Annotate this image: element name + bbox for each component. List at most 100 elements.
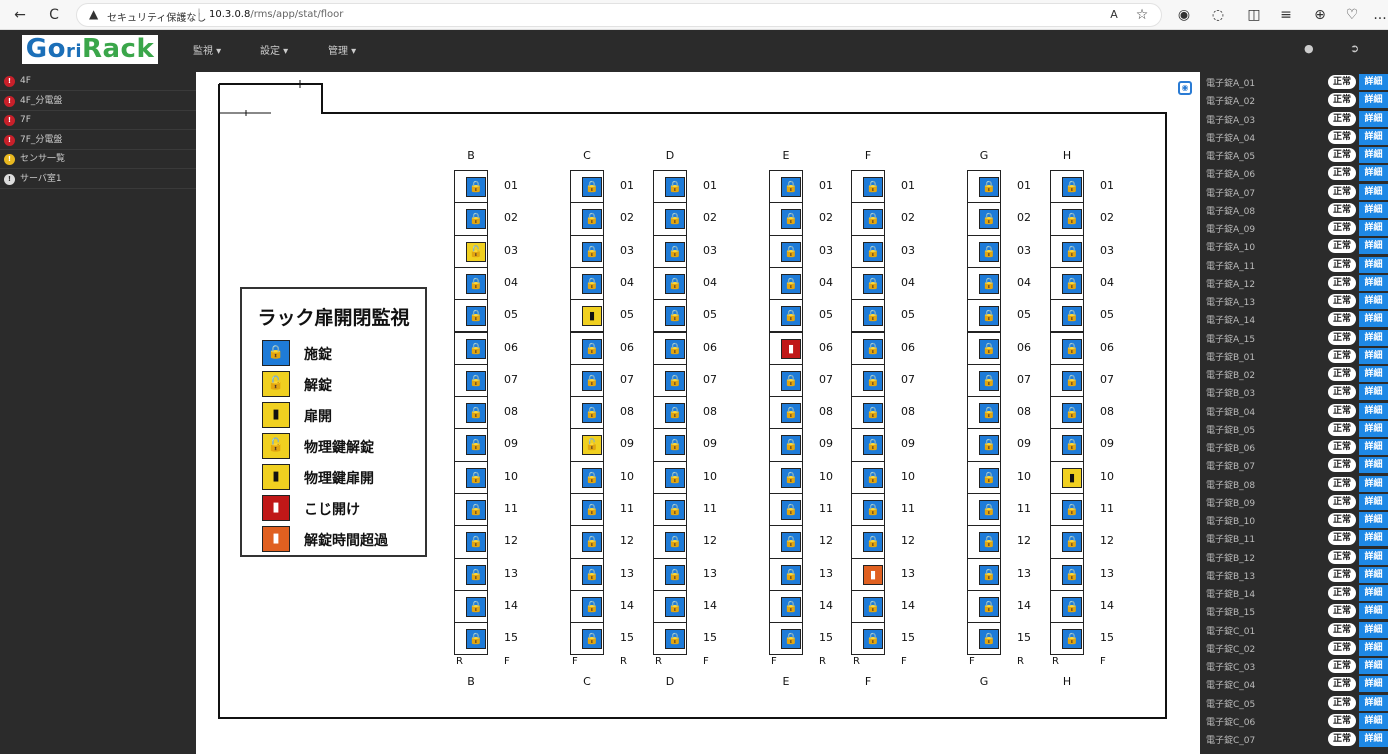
rack-cell[interactable]: 🔒	[851, 622, 885, 656]
lock-icon[interactable]: 🔒	[979, 273, 999, 294]
door-open-icon[interactable]: ▮	[781, 338, 801, 359]
rack-cell[interactable]: 🔒	[851, 396, 885, 430]
lock-icon[interactable]: 🔒	[979, 241, 999, 262]
lock-icon[interactable]: 🔒	[1062, 564, 1082, 585]
lock-icon[interactable]: 🔒	[979, 500, 999, 520]
rack-cell[interactable]: 🔒	[653, 589, 687, 624]
lock-icon[interactable]: 🔒	[781, 370, 801, 391]
lock-icon[interactable]: 🔒	[665, 403, 685, 424]
rack-cell[interactable]: 🔒	[769, 622, 803, 656]
rack-cell[interactable]: 🔒	[967, 460, 1001, 494]
lock-icon[interactable]: 🔒	[781, 209, 801, 230]
lock-icon[interactable]: 🔒	[582, 403, 602, 424]
lock-icon[interactable]: 🔒	[466, 370, 486, 391]
lock-icon[interactable]: 🔒	[979, 629, 999, 650]
lock-icon[interactable]: 🔒	[466, 596, 486, 617]
lock-icon[interactable]: 🔒	[979, 596, 999, 617]
detail-button[interactable]: 詳細	[1359, 311, 1388, 328]
lock-icon[interactable]: 🔒	[1062, 596, 1082, 617]
detail-button[interactable]: 詳細	[1359, 585, 1388, 601]
rack-cell[interactable]: 🔒	[851, 493, 885, 527]
rack-cell[interactable]: 🔒	[570, 170, 604, 204]
lock-icon[interactable]: 🔒	[863, 209, 883, 230]
lock-icon[interactable]: 🔒	[466, 403, 486, 424]
lock-icon[interactable]: 🔒	[665, 564, 685, 585]
rack-cell[interactable]: 🔒	[769, 525, 803, 559]
sidebar-item[interactable]: ! サーバ室1	[0, 170, 196, 189]
rack-cell[interactable]: 🔒	[1050, 363, 1084, 398]
detail-button[interactable]: 詳細	[1359, 712, 1388, 729]
door-open-icon[interactable]: ▮	[863, 564, 883, 585]
detail-button[interactable]: 詳細	[1359, 329, 1388, 346]
rack-cell[interactable]: 🔒	[1050, 525, 1084, 559]
rack-cell[interactable]: 🔒	[653, 266, 687, 301]
lock-icon[interactable]: 🔒	[1062, 209, 1082, 230]
lock-icon[interactable]: 🔒	[466, 435, 486, 456]
lock-icon[interactable]: 🔒	[863, 629, 883, 650]
rack-cell[interactable]: 🔒	[769, 557, 803, 591]
rack-cell[interactable]: 🔒	[454, 202, 488, 236]
lock-icon[interactable]: 🔒	[781, 500, 801, 520]
lock-icon[interactable]: 🔒	[466, 564, 486, 585]
lock-icon[interactable]: 🔒	[582, 500, 602, 520]
user-icon[interactable]: ●	[1304, 42, 1314, 55]
lock-icon[interactable]: 🔒	[1062, 500, 1082, 520]
lock-icon[interactable]: 🔒	[665, 338, 685, 359]
rack-cell[interactable]: 🔒	[454, 460, 488, 494]
rack-cell[interactable]: 🔒	[769, 363, 803, 398]
lock-icon[interactable]: 🔒	[665, 629, 685, 650]
lock-icon[interactable]: 🔒	[781, 596, 801, 617]
lock-icon[interactable]: 🔒	[665, 467, 685, 488]
rack-cell[interactable]: 🔒	[570, 589, 604, 624]
lock-icon[interactable]: 🔒	[979, 532, 999, 553]
rack-cell[interactable]: 🔒	[967, 557, 1001, 591]
rack-cell[interactable]: 🔒	[769, 299, 803, 333]
puzzle-icon[interactable]: ◌	[1208, 5, 1228, 25]
lock-icon[interactable]: 🔒	[979, 467, 999, 488]
extension-icon[interactable]: ◉	[1174, 5, 1194, 25]
rack-cell[interactable]: ▮	[1050, 460, 1084, 494]
rack-cell[interactable]: 🔒	[653, 428, 687, 462]
reload-icon[interactable]: C	[44, 5, 64, 25]
lock-icon[interactable]: 🔒	[979, 209, 999, 230]
lock-icon[interactable]: 🔒	[979, 564, 999, 585]
rack-cell[interactable]: 🔓	[570, 428, 604, 462]
rack-cell[interactable]: 🔒	[570, 557, 604, 591]
lock-icon[interactable]: 🔒	[1062, 629, 1082, 650]
lock-icon[interactable]: 🔒	[863, 467, 883, 488]
lock-icon[interactable]: 🔒	[665, 435, 685, 456]
lock-icon[interactable]: 🔒	[582, 338, 602, 359]
rack-cell[interactable]: 🔒	[653, 170, 687, 204]
split-screen-icon[interactable]: ◫	[1244, 5, 1264, 25]
rack-cell[interactable]: 🔒	[653, 460, 687, 494]
rack-cell[interactable]: 🔒	[454, 363, 488, 398]
rack-cell[interactable]: 🔒	[570, 202, 604, 236]
rack-cell[interactable]: 🔒	[653, 299, 687, 333]
rack-cell[interactable]: 🔒	[1050, 234, 1084, 268]
gorirack-logo[interactable]: GoriRack	[22, 35, 158, 64]
lock-icon[interactable]: 🔒	[582, 209, 602, 230]
detail-button[interactable]: 詳細	[1359, 293, 1388, 309]
rack-cell[interactable]: 🔒	[967, 428, 1001, 462]
detail-button[interactable]: 詳細	[1359, 658, 1388, 674]
rack-cell[interactable]: ▮	[570, 299, 604, 333]
lock-icon[interactable]: 🔒	[1062, 370, 1082, 391]
detail-button[interactable]: 詳細	[1359, 420, 1388, 437]
lock-icon[interactable]: 🔒	[582, 370, 602, 391]
rack-cell[interactable]: 🔒	[653, 493, 687, 527]
lock-icon[interactable]: 🔒	[781, 564, 801, 585]
lock-icon[interactable]: 🔒	[466, 532, 486, 553]
lock-icon[interactable]: 🔒	[781, 467, 801, 488]
rack-cell[interactable]: 🔒	[967, 525, 1001, 559]
rack-cell[interactable]: 🔒	[454, 622, 488, 656]
lock-icon[interactable]: 🔒	[979, 338, 999, 359]
lock-icon[interactable]: 🔒	[863, 241, 883, 262]
unlock-icon[interactable]: 🔓	[466, 241, 486, 262]
detail-button[interactable]: 詳細	[1359, 347, 1388, 364]
collections-icon[interactable]: ⊕	[1310, 5, 1330, 25]
lock-icon[interactable]: 🔒	[863, 532, 883, 553]
detail-button[interactable]: 詳細	[1359, 621, 1388, 638]
lock-icon[interactable]: 🔒	[665, 177, 685, 197]
lock-icon[interactable]: 🔒	[665, 306, 685, 327]
lock-icon[interactable]: 🔒	[781, 629, 801, 650]
